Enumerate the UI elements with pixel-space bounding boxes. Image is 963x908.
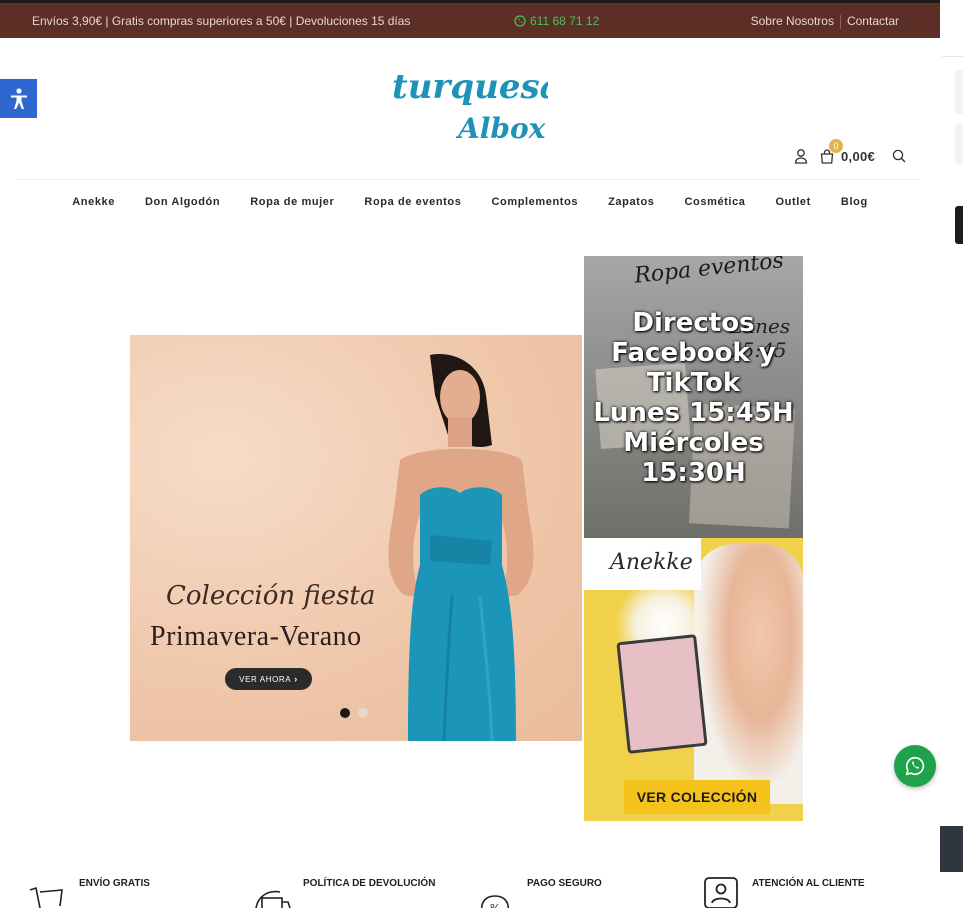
shipping-promo-text: Envíos 3,90€ | Gratis compras superiores… — [32, 14, 411, 28]
nav-item-outlet[interactable]: Outlet — [776, 196, 811, 208]
hero-cta-label: VER AHORA — [239, 674, 292, 684]
top-links: Sobre Nosotros Contactar — [745, 14, 905, 29]
hero-slider[interactable]: Colección fiesta Primavera-Verano VER AH… — [130, 335, 582, 741]
about-us-link[interactable]: Sobre Nosotros — [745, 14, 840, 29]
feature-title: POLÍTICA DE DEVOLUCIÓN — [303, 878, 436, 889]
nav-item-don-algodon[interactable]: Don Algodón — [145, 196, 220, 208]
feature-title: ENVÍO GRATIS — [79, 878, 150, 889]
notebook-image — [616, 634, 708, 754]
live-stream-banner[interactable]: Ropa eventos Lunes 15:45 Directos Facebo… — [584, 256, 803, 538]
header-divider — [17, 179, 919, 180]
whatsapp-phone-link[interactable]: 611 68 71 12 — [514, 14, 599, 28]
site-logo[interactable]: turquesa Albox — [392, 60, 562, 145]
svg-text:%: % — [490, 902, 500, 908]
header-actions: 0 0,00€ — [793, 139, 907, 164]
cart-icon — [29, 886, 63, 908]
hero-cta-button[interactable]: VER AHORA › — [225, 668, 312, 690]
customer-service-icon — [704, 877, 738, 908]
slider-dot[interactable] — [340, 708, 350, 718]
side-panel-edge — [940, 0, 963, 908]
hero-title: Primavera-Verano — [150, 621, 362, 652]
brand-box: Anekke — [584, 538, 701, 590]
slider-dot[interactable] — [358, 708, 368, 718]
accessibility-button[interactable] — [0, 79, 37, 118]
top-bar: Envíos 3,90€ | Gratis compras superiores… — [0, 0, 940, 38]
cart-count-badge: 0 — [829, 139, 843, 153]
live-line: Lunes 15:45H — [593, 398, 794, 428]
whatsapp-icon — [514, 15, 526, 27]
return-truck-icon — [255, 890, 291, 908]
nav-item-ropa-de-eventos[interactable]: Ropa de eventos — [364, 196, 461, 208]
feature-title: ATENCIÓN AL CLIENTE — [752, 878, 865, 889]
nav-item-cosmetica[interactable]: Cosmética — [684, 196, 745, 208]
live-schedule-text: Directos Facebook y TikTok Lunes 15:45H … — [584, 308, 803, 488]
hero-model-image — [388, 354, 534, 741]
view-collection-button[interactable]: VER COLECCIÓN — [624, 780, 770, 814]
svg-text:Albox: Albox — [455, 112, 546, 144]
user-account-icon[interactable] — [793, 148, 809, 164]
whatsapp-icon — [905, 756, 925, 776]
banner-model-image — [694, 544, 803, 804]
live-line: Directos — [632, 308, 755, 338]
cart-total: 0,00€ — [841, 148, 876, 164]
page: Envíos 3,90€ | Gratis compras superiores… — [0, 0, 963, 908]
anekke-collection-banner[interactable]: Anekke VER COLECCIÓN — [584, 538, 803, 821]
main-nav: Anekke Don Algodón Ropa de mujer Ropa de… — [0, 196, 940, 208]
side-panel-button[interactable] — [955, 206, 963, 244]
live-line: Miércoles — [623, 428, 764, 458]
svg-text:turquesa: turquesa — [392, 67, 548, 107]
contact-link[interactable]: Contactar — [841, 14, 905, 29]
live-line: TikTok — [646, 368, 741, 398]
accessibility-icon — [10, 87, 27, 109]
features-strip: ENVÍO GRATIS POLÍTICA DE DEVOLUCIÓN % PA… — [0, 870, 940, 908]
live-line: 15:30H — [641, 458, 746, 488]
side-panel-tab[interactable] — [940, 826, 963, 872]
feature-title: PAGO SEGURO — [527, 878, 602, 889]
anekke-brand-logo: Anekke — [610, 550, 693, 575]
secure-payment-icon: % — [480, 895, 510, 908]
nav-item-anekke[interactable]: Anekke — [72, 196, 115, 208]
search-icon[interactable] — [891, 148, 907, 164]
side-panel-field[interactable] — [955, 124, 963, 164]
hero-title-script: Colección fiesta — [166, 581, 376, 611]
phone-number: 611 68 71 12 — [530, 14, 600, 28]
slider-pagination — [340, 708, 368, 718]
nav-item-zapatos[interactable]: Zapatos — [608, 196, 654, 208]
chevron-right-icon: › — [294, 674, 298, 684]
whatsapp-chat-button[interactable] — [894, 745, 936, 787]
divider — [942, 56, 963, 57]
cart-button[interactable]: 0 0,00€ — [819, 139, 876, 164]
banner-script-text: Ropa eventos — [633, 256, 785, 289]
nav-item-ropa-de-mujer[interactable]: Ropa de mujer — [250, 196, 334, 208]
side-panel-field[interactable] — [955, 70, 963, 114]
nav-item-complementos[interactable]: Complementos — [491, 196, 578, 208]
live-line: Facebook y — [611, 338, 776, 368]
nav-item-blog[interactable]: Blog — [841, 196, 868, 208]
